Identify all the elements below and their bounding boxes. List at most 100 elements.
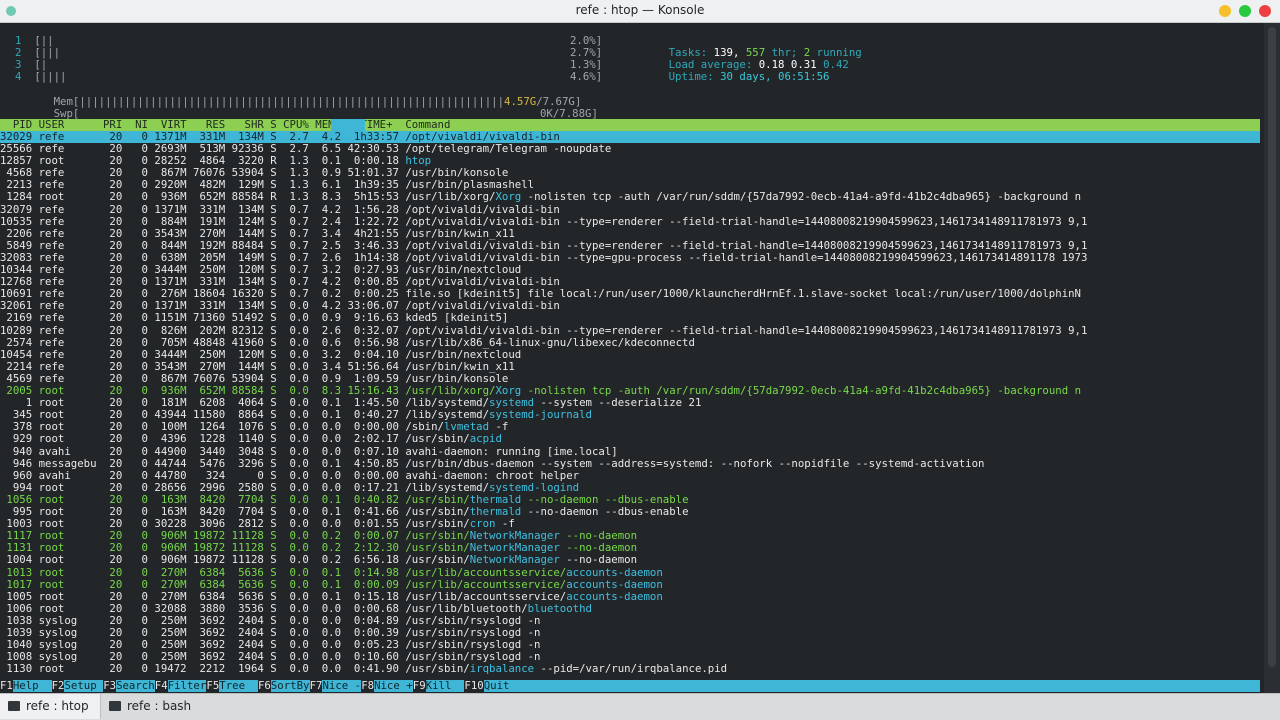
- process-name: accounts-daemon: [566, 589, 663, 603]
- tab-bash[interactable]: refe : bash: [101, 694, 201, 719]
- terminal-view[interactable]: 1 [|| 2.0%] 2 [||| 2.7%] 3 [| 1.3%] 4 [|||| 4.6…: [0, 23, 1280, 693]
- window-title: refe : htop — Konsole: [575, 3, 705, 17]
- process-args: -nolisten tcp -auth /var/run/sddm/{57da7…: [521, 190, 1081, 204]
- fkey-label: Help: [12, 679, 52, 692]
- row-text: 2214 refe 20 0 3543M 270M 144M S 0.0 3.4…: [0, 359, 515, 373]
- cpu-bar: [||: [34, 34, 54, 47]
- fkey-f7[interactable]: F7Nice -: [309, 679, 362, 692]
- row-text: 32083 refe 20 0 638M 205M 149M S 0.7 2.6…: [0, 250, 1088, 264]
- load-average: Load average: 0.18 0.31 0.42: [668, 58, 849, 72]
- table-row[interactable]: 1130 root 20 0 19472 2212 1964 S 0.0 0.0…: [0, 663, 727, 675]
- fkey-f6[interactable]: F6SortBy: [258, 679, 310, 692]
- function-key-bar: F1Help F2Setup F3Search F4Filter F5Tree F6…: [0, 679, 1260, 692]
- row-text: 1006 root 20 0 32088 3880 3536 S 0.0 0.0…: [0, 601, 528, 615]
- row-text: 25566 refe 20 0 2693M 513M 92336 S 2.7 6…: [0, 142, 612, 155]
- swap-meter: Swp[0K/7.88G]: [53, 107, 598, 121]
- fkey-f10[interactable]: F10Quit: [464, 679, 509, 692]
- process-name: NetworkManager: [469, 529, 560, 543]
- fkey-f1[interactable]: F1Help: [0, 679, 52, 692]
- row-text: 5849 refe 20 0 844M 192M 88484 S 0.7 2.5…: [0, 238, 1088, 252]
- row-text: 1 root 20 0 181M 6208 4064 S 0.0 0.1 1:4…: [0, 396, 490, 410]
- row-text: 994 root 20 0 28656 2996 2580 S 0.0 0.0 …: [0, 480, 490, 494]
- process-name: systemd: [489, 396, 535, 410]
- process-name: accounts-daemon: [566, 577, 663, 591]
- row-text: 10289 refe 20 0 826M 202M 82312 S 0.0 2.…: [0, 323, 1088, 337]
- terminal-icon: [109, 700, 121, 711]
- fkey-number: F6: [258, 679, 271, 692]
- row-text: 1013 root 20 0 270M 6384 5636 S 0.0 0.1 …: [0, 565, 567, 579]
- fkey-f3[interactable]: F3Search: [103, 679, 155, 692]
- fkey-number: F5: [206, 679, 220, 692]
- process-args: --no-daemon: [559, 529, 638, 543]
- process-name: systemd-logind: [489, 480, 580, 494]
- memory-meter: Mem[||||||||||||||||||||||||||||||||||||…: [53, 95, 582, 109]
- row-text: 1040 syslog 20 0 250M 3692 2404 S 0.0 0.…: [0, 638, 541, 652]
- konsole-window: refe : htop — Konsole 1 [|| 2.0%] 2 [||| 2.…: [0, 0, 1280, 720]
- row-text: 378 root 20 0 100M 1264 1076 S 0.0 0.0 0…: [0, 420, 444, 434]
- process-name: systemd-journald: [489, 408, 592, 422]
- process-name: NetworkManager: [469, 553, 560, 567]
- tab-label: refe : bash: [127, 699, 192, 713]
- fkey-f8[interactable]: F8Nice +: [361, 679, 413, 692]
- row-text: 32079 refe 20 0 1371M 331M 134M S 0.7 4.…: [0, 202, 560, 216]
- row-text: 2213 refe 20 0 2920M 482M 129M S 1.3 6.1…: [0, 178, 535, 192]
- fkey-number: F3: [103, 679, 117, 692]
- process-name: acpid: [469, 432, 502, 446]
- fkey-f2[interactable]: F2Setup: [51, 679, 104, 692]
- row-text: 946 messagebu 20 0 44744 5476 3296 S 0.0…: [0, 456, 985, 470]
- tab-label: refe : htop: [26, 699, 89, 713]
- fkey-f4[interactable]: F4Filter: [154, 679, 206, 692]
- row-text: 10691 refe 20 0 276M 18604 16320 S 0.7 0…: [0, 287, 1081, 301]
- row-text: 1004 root 20 0 906M 19872 11128 S 0.0 0.…: [0, 553, 470, 567]
- tab-bar: refe : htop refe : bash: [0, 693, 1280, 720]
- close-button[interactable]: [1259, 5, 1271, 17]
- fkey-label: Search: [116, 679, 155, 692]
- process-name: Xorg: [495, 384, 522, 397]
- row-text: 12768 refe 20 0 1371M 331M 134M S 0.7 4.…: [0, 275, 560, 289]
- process-name: lvmetad: [443, 420, 490, 434]
- process-args: --pid=/var/run/irqbalance.pid: [534, 662, 728, 676]
- process-name: thermald: [469, 505, 522, 518]
- fkey-label: Setup: [64, 679, 104, 692]
- row-text: 1130 root 20 0 19472 2212 1964 S 0.0 0.0…: [0, 662, 470, 676]
- scrollbar[interactable]: [1264, 23, 1280, 693]
- minimize-button[interactable]: [1219, 5, 1231, 17]
- maximize-button[interactable]: [1239, 5, 1251, 17]
- fkey-f9[interactable]: F9Kill: [412, 679, 464, 692]
- cpu-bar: [|: [34, 58, 48, 72]
- process-name: htop: [405, 154, 432, 168]
- row-text: 4569 refe 20 0 867M 76076 53904 S 0.0 0.…: [0, 371, 509, 385]
- row-text: 2574 refe 20 0 705M 48848 41960 S 0.0 0.…: [0, 335, 695, 349]
- process-name: irqbalance: [469, 662, 535, 676]
- row-text: 1056 root 20 0 163M 8420 7704 S 0.0 0.1 …: [0, 492, 470, 506]
- cpu-bar: [||||: [34, 70, 67, 84]
- process-name: NetworkManager: [469, 541, 560, 555]
- row-text: 32061 refe 20 0 1371M 331M 134M S 0.0 4.…: [0, 299, 560, 313]
- row-text: 929 root 20 0 4396 1228 1140 S 0.0 0.0 2…: [0, 432, 470, 446]
- cpu-bar: [|||: [34, 46, 61, 60]
- process-args: -nolisten tcp -auth /var/run/sddm/{57da7…: [521, 384, 1081, 397]
- row-text: 1117 root 20 0 906M 19872 11128 S 0.0 0.…: [0, 529, 470, 543]
- fkey-number: F8: [361, 679, 375, 692]
- row-text: 940 avahi 20 0 44900 3440 3048 S 0.0 0.0…: [0, 444, 618, 458]
- title-bar[interactable]: refe : htop — Konsole: [0, 0, 1280, 23]
- fkey-number: F9: [412, 679, 426, 692]
- row-text: 2005 root 20 0 936M 652M 88584 S 0.0 8.3…: [0, 384, 496, 397]
- row-text: 1003 root 20 0 30228 3096 2812 S 0.0 0.0…: [0, 517, 470, 531]
- fkey-label: SortBy: [270, 679, 310, 692]
- row-text: 2169 refe 20 0 1151M 71360 51492 S 0.0 0…: [0, 311, 509, 325]
- process-name: Xorg: [495, 190, 522, 204]
- process-name: bluetoothd: [527, 601, 592, 615]
- process-name: accounts-daemon: [566, 565, 663, 579]
- row-text: 960 avahi 20 0 44780 324 0 S 0.0 0.0 0:0…: [0, 468, 580, 482]
- memory-bar: [|||||||||||||||||||||||||||||||||||||||…: [72, 95, 505, 109]
- row-text: 1039 syslog 20 0 250M 3692 2404 S 0.0 0.…: [0, 626, 541, 639]
- fkey-label: Nice -: [322, 679, 362, 692]
- row-text: 1284 root 20 0 936M 652M 88584 R 1.3 8.3…: [0, 190, 496, 204]
- process-args: --no-daemon --dbus-enable: [521, 505, 689, 518]
- fkey-number: F1: [0, 679, 13, 692]
- process-args: -f: [495, 517, 515, 531]
- tab-htop[interactable]: refe : htop: [0, 694, 101, 719]
- fkey-f5[interactable]: F5Tree: [206, 679, 257, 692]
- scrollbar-thumb[interactable]: [1268, 27, 1276, 667]
